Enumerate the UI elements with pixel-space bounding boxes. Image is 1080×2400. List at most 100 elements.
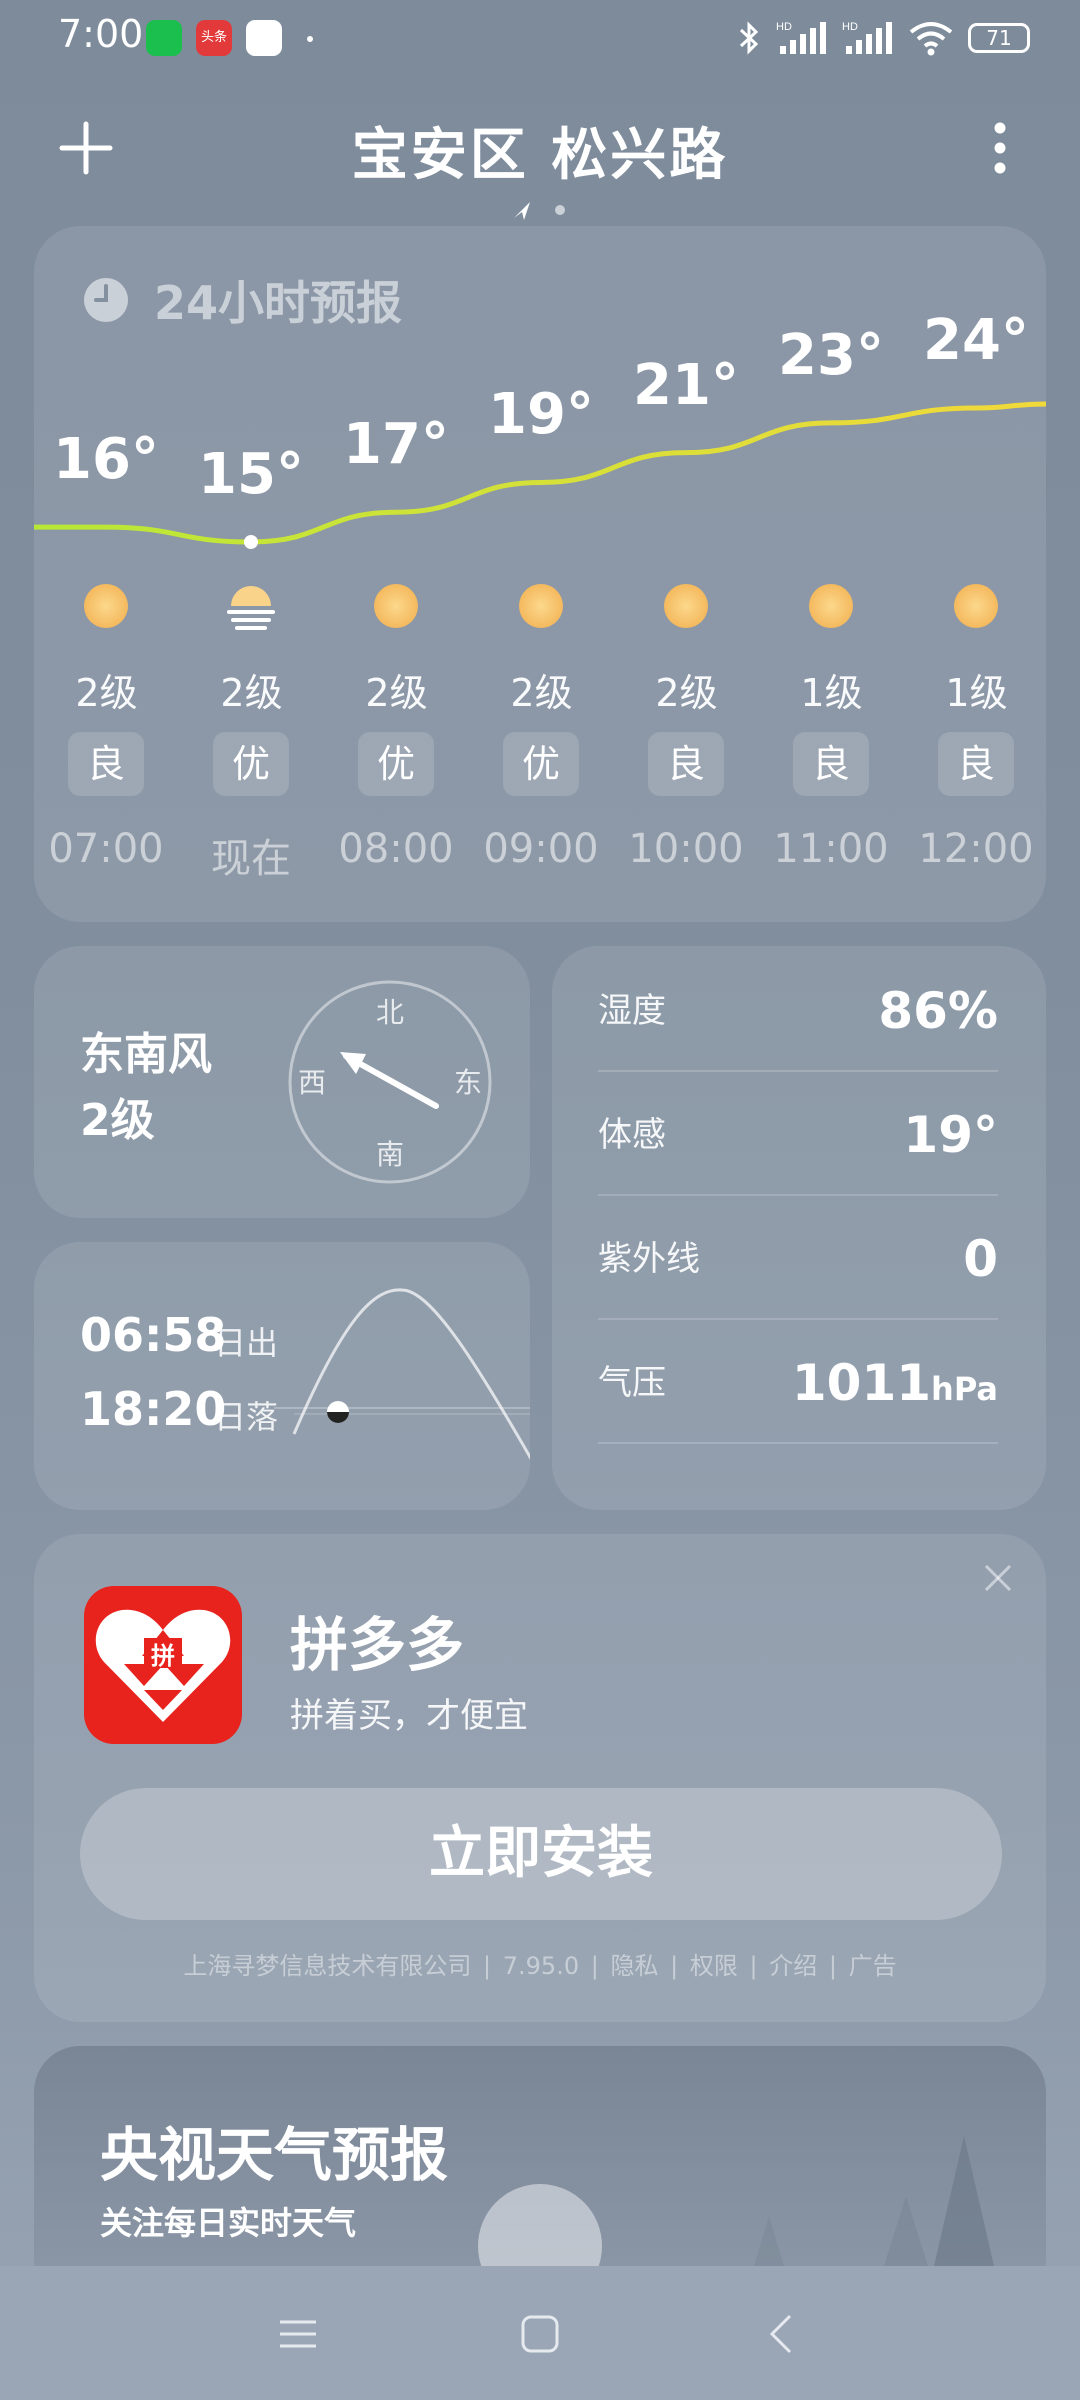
feels-like-value: 19° — [903, 1106, 998, 1164]
more-options-button[interactable] — [972, 116, 1028, 180]
sun-icon — [664, 584, 708, 628]
hour-time: 08:00 — [338, 826, 454, 872]
hour-aqi-badge: 良 — [648, 732, 724, 796]
app-icon — [246, 20, 282, 56]
top-bar: 宝安区 松兴路 — [0, 100, 1080, 200]
location-title: 宝安区 松兴路 — [351, 123, 729, 188]
cctv-weather-promo-card[interactable]: 央视天气预报 关注每日实时天气 — [34, 2046, 1046, 2266]
details-card[interactable]: 湿度 86% 体感 19° 紫外线 0 气压 1011hPa — [552, 946, 1046, 1510]
feels-like-row: 体感 19° — [598, 1070, 998, 1196]
ad-label: 广告 — [848, 1952, 897, 1980]
location-arrow-icon — [514, 202, 530, 220]
promo-title: 央视天气预报 — [100, 2121, 449, 2189]
hour-temperature: 15° — [198, 442, 304, 507]
back-button[interactable] — [752, 2304, 812, 2364]
hour-aqi-badge: 优 — [358, 732, 434, 796]
wind-direction: 东南风 — [80, 1029, 212, 1080]
hour-wind-level: 1级 — [800, 671, 863, 715]
hour-wind-level: 2级 — [655, 671, 718, 715]
status-icons: HD HD 71 — [736, 18, 1030, 58]
more-notifications-dot — [307, 36, 313, 42]
hour-wind-level: 2级 — [365, 671, 428, 715]
hour-aqi-badge: 良 — [68, 732, 144, 796]
hour-wind-level: 2级 — [510, 671, 573, 715]
status-bar: 7:00 头条 HD HD 71 — [0, 0, 1080, 80]
pressure-value: 1011hPa — [791, 1354, 998, 1412]
pinduoduo-app-icon[interactable]: 拼 — [84, 1586, 242, 1744]
pressure-label: 气压 — [598, 1363, 666, 1403]
compass-west: 西 — [298, 1066, 326, 1099]
feels-like-label: 体感 — [598, 1115, 666, 1155]
sun-arc-icon — [274, 1288, 530, 1460]
uv-value: 0 — [963, 1230, 998, 1288]
compass-north: 北 — [376, 996, 404, 1029]
hour-time: 09:00 — [483, 826, 599, 872]
hour-time: 11:00 — [773, 826, 889, 872]
sun-icon — [84, 584, 128, 628]
icon-text: 拼 — [151, 1642, 175, 1670]
hour-temperature: 24° — [923, 308, 1029, 373]
hour-time: 现在 — [211, 836, 291, 882]
intro-link[interactable]: 介绍 — [769, 1952, 817, 1980]
compass-icon: 北 南 西 东 — [288, 980, 492, 1184]
ad-separator: | — [749, 1952, 758, 1980]
hour-wind-level: 2级 — [75, 671, 138, 715]
wifi-icon — [909, 22, 953, 56]
hour-temperature: 21° — [633, 352, 739, 418]
svg-text:HD: HD — [842, 21, 858, 33]
ad-separator: | — [590, 1952, 599, 1980]
close-icon[interactable] — [978, 1558, 1018, 1598]
ad-version: 7.95.0 — [502, 1952, 580, 1980]
ad-card[interactable]: 拼 拼多多 拼着买，才便宜 立即安装 上海寻梦信息技术有限公司 | 7.95.0… — [34, 1534, 1046, 2022]
ad-company: 上海寻梦信息技术有限公司 — [183, 1952, 472, 1980]
wechat-icon — [146, 20, 182, 56]
hour-aqi-badge: 良 — [793, 732, 869, 796]
hourly-forecast-card[interactable]: 24小时预报 16° 2级良 07:00 15° 2级优现在 17° 2级优 08:00 19°… — [34, 226, 1046, 922]
signal-icon-2: HD — [842, 21, 892, 54]
bluetooth-icon — [739, 21, 759, 55]
pressure-unit: hPa — [931, 1370, 998, 1408]
home-button[interactable] — [510, 2304, 570, 2364]
hour-temperature: 23° — [778, 322, 884, 388]
ad-separator: | — [670, 1952, 679, 1980]
humidity-row: 湿度 86% — [598, 946, 998, 1072]
sunset-label: 日落 — [214, 1398, 279, 1436]
permissions-link[interactable]: 权限 — [690, 1952, 738, 1980]
sun-card[interactable]: 06:58 日出 18:20 日落 — [34, 1242, 530, 1510]
sunrise-label: 日出 — [214, 1324, 279, 1362]
app-slogan: 拼着买，才便宜 — [290, 1696, 528, 1736]
wind-level: 2级 — [80, 1095, 155, 1146]
uv-row: 紫外线 0 — [598, 1194, 998, 1320]
menu-button[interactable] — [268, 2304, 328, 2364]
hour-temperature: 17° — [343, 412, 449, 478]
svg-text:HD: HD — [776, 21, 792, 33]
sun-icon — [809, 584, 853, 628]
compass-south: 南 — [376, 1138, 404, 1171]
current-hour-dot — [244, 535, 258, 549]
pressure-row: 气压 1011hPa — [598, 1318, 998, 1444]
sun-icon — [374, 584, 418, 628]
navigation-bar — [0, 2266, 1080, 2400]
page-indicator — [514, 202, 565, 220]
wind-card[interactable]: 东南风 2级 北 南 西 东 — [34, 946, 530, 1218]
heart-logo-icon: 拼 — [95, 1609, 231, 1722]
app-name: 拼多多 — [290, 1611, 465, 1679]
hour-aqi-badge: 优 — [503, 732, 579, 796]
humidity-label: 湿度 — [598, 991, 666, 1031]
signal-icon: HD — [776, 21, 826, 54]
clock-icon — [84, 278, 128, 322]
promo-subtitle: 关注每日实时天气 — [100, 2204, 357, 2242]
hour-wind-level: 1级 — [945, 671, 1008, 715]
hour-temperature: 16° — [53, 427, 159, 493]
sunset-time: 18:20 — [80, 1382, 227, 1436]
hour-aqi-badge: 优 — [213, 732, 289, 796]
install-button[interactable]: 立即安装 — [80, 1788, 1002, 1920]
forecast-header: 24小时预报 — [82, 270, 402, 330]
status-time: 7:00 — [58, 12, 144, 56]
sun-icon — [519, 584, 563, 628]
hour-time: 10:00 — [628, 826, 744, 872]
ad-separator: | — [828, 1952, 837, 1980]
ad-meta: 上海寻梦信息技术有限公司 | 7.95.0 | 隐私 | 权限 | 介绍 | 广… — [34, 1946, 1046, 1981]
privacy-link[interactable]: 隐私 — [610, 1952, 658, 1980]
battery-icon: 71 — [968, 23, 1030, 53]
